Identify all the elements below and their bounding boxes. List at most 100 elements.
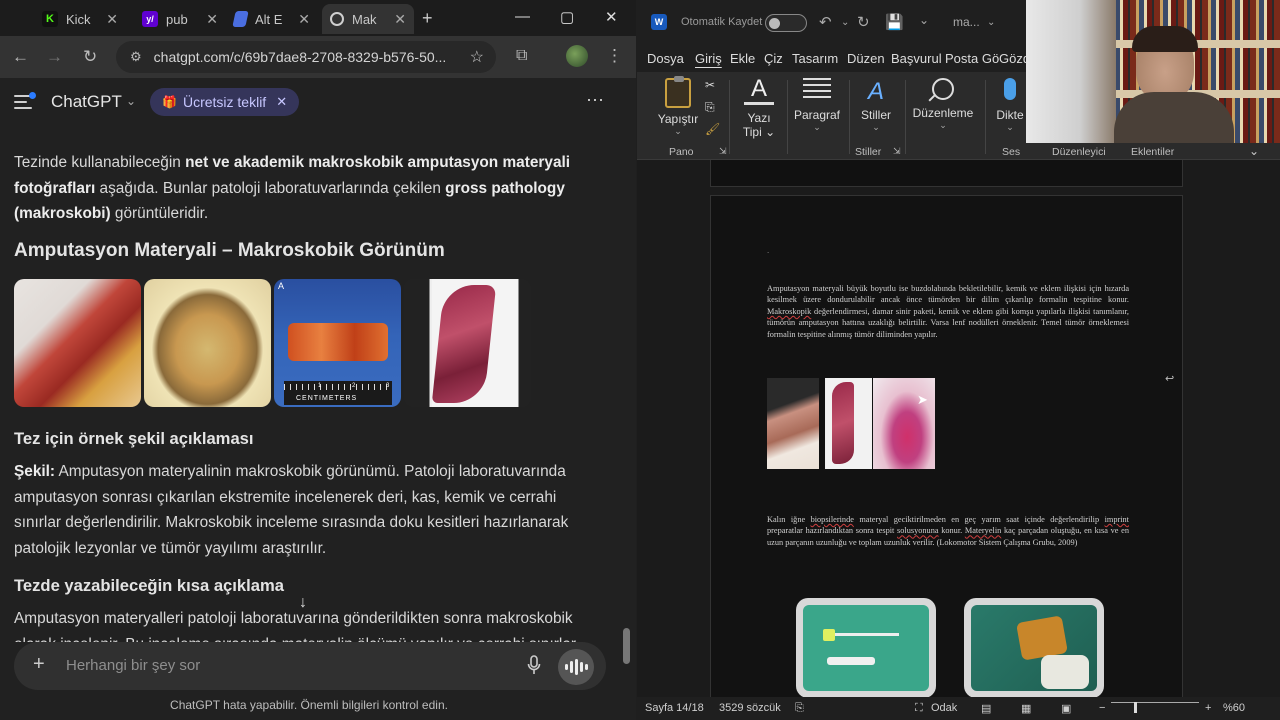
close-icon[interactable]: ✕ [394,11,406,28]
tab-giris[interactable]: Giriş [695,51,722,66]
profile-avatar[interactable] [566,45,588,67]
print-layout-icon[interactable]: ▦ [1021,702,1031,715]
close-icon[interactable]: ✕ [298,11,310,28]
reload-icon[interactable]: ↻ [83,47,97,67]
free-offer-badge[interactable]: 🎁 Ücretsiz teklif ✕ [150,88,300,116]
search-icon [928,78,954,102]
browser-menu-icon[interactable]: ⋮ [606,46,623,66]
tab-alt[interactable]: Alt E ✕ [226,4,318,34]
chevron-down-icon[interactable]: ⌄ [841,17,849,28]
chevron-down-icon[interactable]: ⌄ [126,94,136,108]
font-button[interactable]: A Yazı Tipi ⌄ [737,76,781,140]
focus-label[interactable]: Odak [931,702,957,714]
new-tab-button[interactable]: + [422,8,433,29]
styles-button[interactable]: A Stiller ⌄ [855,78,897,133]
scrollbar-thumb[interactable] [623,628,630,664]
gallery-image-2[interactable] [144,279,271,407]
sidebar-toggle-icon[interactable] [14,92,36,109]
message-composer[interactable]: + Herhangi bir şey sor [14,642,606,690]
maximize-icon[interactable]: ▢ [560,8,574,26]
zoom-level[interactable]: %60 [1223,702,1245,714]
word-count[interactable]: 3529 sözcük [719,702,781,714]
paste-button[interactable]: Yapıştır ⌄ [653,76,703,137]
paragraph-1[interactable]: Amputasyon materyali büyük boyutlu ise b… [767,283,1129,340]
autosave-toggle[interactable] [765,14,807,32]
page-image[interactable] [767,378,819,469]
page-figure-1[interactable] [796,598,936,697]
gallery-image-1[interactable] [14,279,141,407]
read-mode-icon[interactable]: ▤ [981,702,991,715]
back-icon[interactable]: ← [12,47,29,67]
more-options-icon[interactable]: ⋯ [586,90,604,111]
model-selector[interactable]: ChatGPT [51,92,122,112]
address-bar[interactable]: ⚙ chatgpt.com/c/69b7dae8-2708-8329-b576-… [116,41,496,73]
proofing-icon[interactable]: ⎘ [795,702,804,715]
gallery-image-3[interactable]: A 1 2 3 CENTIMETERS [274,279,401,407]
paragraph-button[interactable]: Paragraf ⌄ [791,78,843,133]
paragraph-2[interactable]: Kalın iğne biopsilerinde materyal gecikt… [767,514,1129,548]
tab-title: Mak [352,11,377,27]
close-window-icon[interactable]: ✕ [605,8,618,26]
copy-icon[interactable]: ⎘ [705,100,715,115]
minimize-icon[interactable]: — [515,8,530,25]
gallery-image-4[interactable] [404,279,531,407]
dialog-launcher-icon[interactable]: ⇲ [719,146,727,157]
microphone-icon [1004,78,1016,100]
document-page[interactable]: . Amputasyon materyali büyük boyutlu ise… [710,195,1183,697]
composer-placeholder: Herhangi bir şey sor [66,657,201,674]
microphone-icon[interactable] [527,655,541,675]
voice-mode-button[interactable] [558,649,594,685]
dialog-launcher-icon[interactable]: ⇲ [893,146,901,157]
group-label: Stiller [855,146,882,158]
tab-yahoo[interactable]: y/ pub ✕ [134,4,226,34]
tab-ekle[interactable]: Ekle [730,51,755,66]
document-canvas[interactable]: . Amputasyon materyali büyük boyutlu ise… [637,160,1280,697]
redo-icon[interactable]: ↻ [857,13,870,31]
close-icon[interactable]: ✕ [206,11,218,28]
ruler-tick: 1 [318,383,322,389]
zoom-slider[interactable] [1111,702,1199,703]
tab-chatgpt[interactable]: Mak ✕ [322,4,414,34]
undo-icon[interactable]: ↶ [819,13,832,31]
tab-postalar[interactable]: Posta Gö [945,51,999,66]
collapse-ribbon-icon[interactable]: ⌄ [1249,144,1259,158]
url-text: chatgpt.com/c/69b7dae8-2708-8329-b576-50… [153,49,447,65]
zoom-out-icon[interactable]: − [1099,702,1105,714]
page-figure-2[interactable] [964,598,1104,697]
zoom-slider-thumb[interactable] [1134,702,1138,713]
document-name[interactable]: ma... [953,15,980,29]
page-image[interactable] [820,378,872,469]
styles-icon: A [867,78,884,105]
forward-icon[interactable]: → [46,47,63,67]
bookmark-star-icon[interactable]: ☆ [470,47,484,67]
save-icon[interactable]: 💾 [885,13,904,31]
tab-ciz[interactable]: Çiz [764,51,783,66]
extensions-icon[interactable]: ⧉ [516,47,527,65]
browser-toolbar: ← → ↻ ⚙ chatgpt.com/c/69b7dae8-2708-8329… [0,36,636,78]
customize-qat-icon[interactable]: ⌄ [919,13,929,27]
add-attachment-icon[interactable]: + [33,653,45,676]
cut-icon[interactable]: ✂ [705,78,715,92]
tab-dosya[interactable]: Dosya [647,51,684,66]
close-icon[interactable]: ✕ [106,11,118,28]
zoom-in-icon[interactable]: + [1205,702,1211,714]
tab-kick[interactable]: K Kick ✕ [34,4,126,34]
focus-icon[interactable]: ⛶ [915,702,923,715]
tab-tasarim[interactable]: Tasarım [792,51,838,66]
clipboard-icon [665,76,691,108]
paragraph-label: Paragraf [793,108,841,122]
page-count[interactable]: Sayfa 14/18 [645,702,704,714]
tab-duzen[interactable]: Düzen [847,51,885,66]
site-settings-icon[interactable]: ⚙ [130,49,142,65]
format-painter-icon[interactable]: 🖌 [705,122,720,136]
misspelled-word: imprint [1104,515,1129,524]
chevron-down-icon[interactable]: ⌄ [987,17,995,28]
web-layout-icon[interactable]: ▣ [1061,702,1071,715]
dictate-button[interactable]: Dikte ⌄ [989,78,1031,133]
editing-button[interactable]: Düzenleme ⌄ [909,78,977,131]
group-label: Eklentiler [1131,146,1175,158]
dismiss-offer-icon[interactable]: ✕ [276,94,287,110]
caption-text: Amputasyon materyalinin makroskobik görü… [14,463,569,557]
tab-basvurular[interactable]: Başvurul [891,51,942,66]
scroll-down-icon[interactable]: ↓ [299,594,307,612]
